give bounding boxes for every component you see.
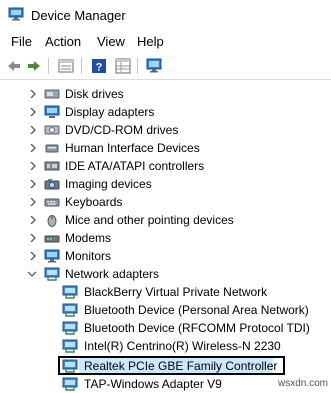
tree-child-realtek-selected[interactable]: Realtek PCIe GBE Family Controller <box>0 357 331 375</box>
chevron-right-icon[interactable] <box>29 90 37 98</box>
network-adapter-icon <box>62 339 78 353</box>
modem-icon <box>44 235 60 243</box>
network-adapter-icon <box>62 359 78 373</box>
properties-icon[interactable] <box>57 57 75 75</box>
help-icon[interactable]: ? <box>90 57 108 75</box>
chevron-right-icon[interactable] <box>29 180 37 188</box>
tree-node-dvd-drives[interactable]: DVD/CD-ROM drives <box>0 121 331 139</box>
tree-node-label: Bluetooth Device (Personal Area Network) <box>84 303 309 317</box>
chevron-right-icon[interactable] <box>29 216 37 224</box>
tree-node-label: Realtek PCIe GBE Family Controller <box>84 359 278 373</box>
tree-node-modems[interactable]: Modems <box>0 229 331 247</box>
menu-view[interactable]: View <box>97 34 125 49</box>
mouse-icon <box>47 215 57 227</box>
tree-node-label: Keyboards <box>65 195 123 209</box>
chevron-right-icon[interactable] <box>29 108 37 116</box>
menu-help[interactable]: Help <box>137 34 164 49</box>
tree-child-blackberry-vpn[interactable]: BlackBerry Virtual Private Network <box>0 283 331 301</box>
menu-action[interactable]: Action <box>45 34 81 49</box>
monitor-icon[interactable] <box>145 57 163 75</box>
chevron-right-icon[interactable] <box>29 234 37 242</box>
toolbar: ? <box>0 53 331 80</box>
monitor-icon <box>44 249 60 263</box>
tree-node-label: IDE ATA/ATAPI controllers <box>65 159 205 173</box>
tree-node-label: Imaging devices <box>65 177 152 191</box>
menu-file[interactable]: File <box>11 34 32 49</box>
tree-node-label: Human Interface Devices <box>65 141 200 155</box>
forward-arrow-icon[interactable] <box>25 57 43 75</box>
network-adapter-icon <box>44 267 60 281</box>
camera-icon <box>44 179 60 190</box>
tree-node-label: Bluetooth Device (RFCOMM Protocol TDI) <box>84 321 310 335</box>
tree-node-keyboards[interactable]: Keyboards <box>0 193 331 211</box>
chevron-right-icon[interactable] <box>29 162 37 170</box>
tree-node-mice[interactable]: Mice and other pointing devices <box>0 211 331 229</box>
tree-node-monitors[interactable]: Monitors <box>0 247 331 265</box>
display-adapter-icon <box>44 105 60 118</box>
watermark: wsxdn.com <box>277 378 328 389</box>
tree-node-imaging-devices[interactable]: Imaging devices <box>0 175 331 193</box>
menu-bar: File Action View Help <box>0 32 331 52</box>
tree-node-label: Intel(R) Centrino(R) Wireless-N 2230 <box>84 339 281 353</box>
device-tree[interactable]: Disk drives Display adapters DVD/CD-ROM … <box>0 80 331 391</box>
tree-node-label: DVD/CD-ROM drives <box>65 123 179 137</box>
chevron-right-icon[interactable] <box>29 252 37 260</box>
tree-node-label: Display adapters <box>65 105 155 119</box>
chevron-down-icon[interactable] <box>28 270 36 278</box>
dvd-drive-icon <box>44 125 60 135</box>
chevron-right-icon[interactable] <box>29 126 37 134</box>
tree-node-disk-drives[interactable]: Disk drives <box>0 85 331 103</box>
tree-node-label: BlackBerry Virtual Private Network <box>84 285 268 299</box>
title-bar: Device Manager <box>0 0 331 30</box>
tree-node-ide-controllers[interactable]: IDE ATA/ATAPI controllers <box>0 157 331 175</box>
tree-node-human-interface-devices[interactable]: Human Interface Devices <box>0 139 331 157</box>
back-arrow-icon[interactable] <box>5 57 23 75</box>
tree-node-label: Network adapters <box>65 267 160 281</box>
network-adapter-icon <box>62 377 78 391</box>
tree-child-bluetooth-rfcomm[interactable]: Bluetooth Device (RFCOMM Protocol TDI) <box>0 319 331 337</box>
tree-child-bluetooth-pan[interactable]: Bluetooth Device (Personal Area Network) <box>0 301 331 319</box>
tree-node-label: TAP-Windows Adapter V9 <box>84 377 222 391</box>
ide-controller-icon <box>44 161 60 171</box>
hid-icon <box>45 144 59 153</box>
device-manager-icon <box>8 7 24 21</box>
svg-text:?: ? <box>96 62 103 74</box>
grid-icon[interactable] <box>114 57 132 75</box>
chevron-right-icon[interactable] <box>29 198 37 206</box>
keyboard-icon <box>44 198 60 207</box>
tree-node-display-adapters[interactable]: Display adapters <box>0 103 331 121</box>
chevron-right-icon[interactable] <box>29 144 37 152</box>
tree-child-intel-wireless[interactable]: Intel(R) Centrino(R) Wireless-N 2230 <box>0 337 331 355</box>
tree-node-label: Modems <box>65 231 112 245</box>
tree-node-label: Monitors <box>65 249 112 263</box>
network-adapter-icon <box>62 285 78 299</box>
window-title: Device Manager <box>31 8 126 23</box>
tree-node-label: Disk drives <box>65 87 124 101</box>
network-adapter-icon <box>62 321 78 335</box>
network-adapter-icon <box>62 303 78 317</box>
tree-node-label: Mice and other pointing devices <box>65 213 234 227</box>
disk-drive-icon <box>44 89 60 99</box>
tree-node-network-adapters[interactable]: Network adapters <box>0 265 331 283</box>
